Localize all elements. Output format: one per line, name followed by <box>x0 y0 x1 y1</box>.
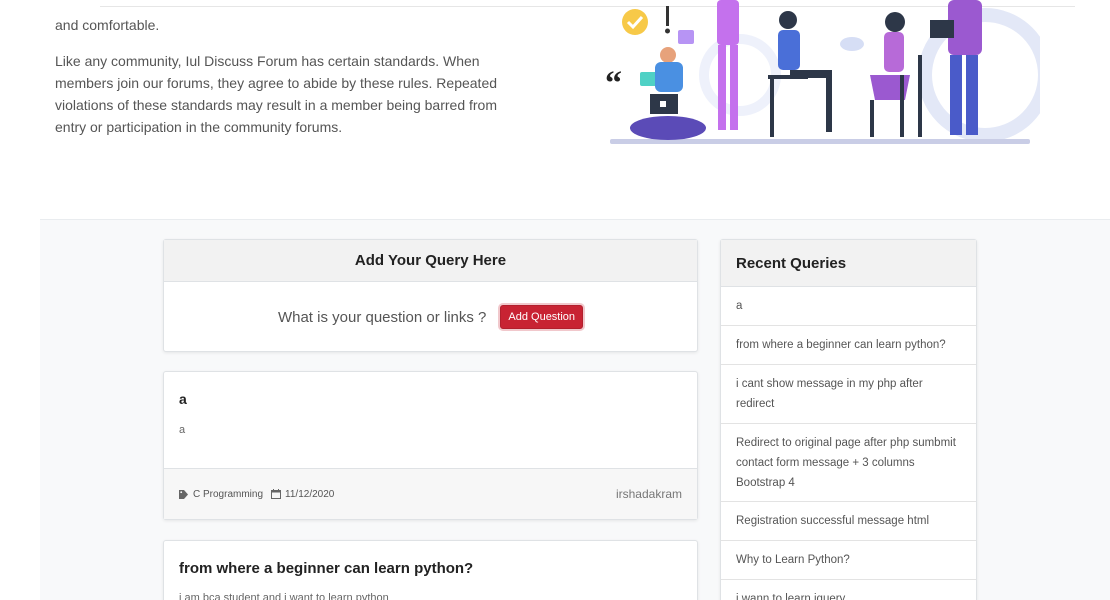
intro-paragraph-2: Like any community, Iul Discuss Forum ha… <box>55 53 498 135</box>
post-body: a <box>179 424 186 436</box>
check-icon <box>622 9 648 35</box>
post-card[interactable]: a a C Programming 11/12/2020 irshadakram <box>163 371 698 520</box>
intro-paragraph-1: and comfortable. <box>55 17 160 33</box>
post-body: i am bca student and i want to learn pyt… <box>179 592 389 600</box>
post-title[interactable]: from where a beginner can learn python? <box>179 560 473 577</box>
post-title[interactable]: a <box>179 391 187 407</box>
recent-query-item[interactable]: a <box>721 287 976 326</box>
gear-icon <box>699 34 781 116</box>
add-query-body: What is your question or links ? Add Que… <box>164 282 697 352</box>
post-footer: C Programming 11/12/2020 irshadakram <box>164 468 697 519</box>
recent-query-item[interactable]: Redirect to original page after php sumb… <box>721 424 976 502</box>
post-author[interactable]: irshadakram <box>616 487 682 501</box>
add-query-card: Add Your Query Here What is your questio… <box>163 239 698 352</box>
tags-icon <box>179 489 188 499</box>
post-category[interactable]: C Programming <box>179 489 263 500</box>
recent-query-item[interactable]: Registration successful message html <box>721 502 976 541</box>
post-category-label: C Programming <box>193 488 264 500</box>
quote-icon: “ <box>605 65 622 102</box>
post-date-label: 11/12/2020 <box>285 488 335 500</box>
query-prompt: What is your question or links ? <box>277 308 487 326</box>
intro-section: and comfortable. Like any community, Iul… <box>0 0 1110 220</box>
intro-text: and comfortable. Like any community, Iul… <box>55 14 505 150</box>
recent-queries-title: Recent Queries <box>721 240 976 287</box>
community-illustration: “ <box>605 0 1040 144</box>
post-card[interactable]: from where a beginner can learn python? … <box>163 540 698 600</box>
recent-query-item[interactable]: i cant show message in my php after redi… <box>721 365 976 424</box>
recent-queries-card: Recent Queries a from where a beginner c… <box>720 239 977 600</box>
add-question-button[interactable]: Add Question <box>500 305 584 329</box>
add-query-title: Add Your Query Here <box>164 240 697 282</box>
recent-query-item[interactable]: i wann to learn jquery <box>721 580 976 600</box>
recent-query-item[interactable]: Why to Learn Python? <box>721 541 976 580</box>
post-date: 11/12/2020 <box>271 489 334 500</box>
calendar-icon <box>271 489 282 499</box>
recent-query-item[interactable]: from where a beginner can learn python? <box>721 326 976 365</box>
